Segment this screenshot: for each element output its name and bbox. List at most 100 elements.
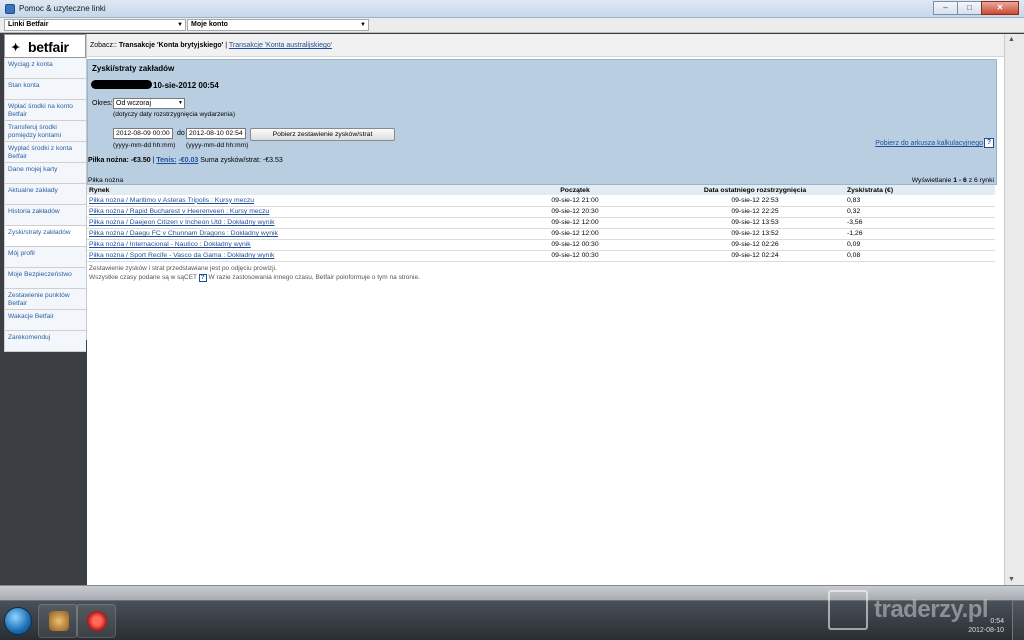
maximize-button[interactable]: □	[957, 1, 982, 15]
timezone-text: Wszystkie czasy podane są w sąCET	[89, 274, 197, 281]
period-select[interactable]: Od wczoraj ▼	[113, 98, 185, 109]
start-cell: 09-sie-12 12:00	[485, 217, 665, 229]
sidebar-item-statement[interactable]: Wyciąg z konta	[4, 58, 86, 79]
paging-suffix: z 6 rynki	[968, 177, 994, 184]
settled-cell: 09-sie-12 02:24	[665, 250, 845, 262]
taskbar-app-1[interactable]	[38, 604, 78, 638]
scroll-up-icon[interactable]: ▲	[1008, 36, 1015, 43]
help-icon[interactable]: ?	[984, 138, 994, 148]
clock-time: 0:54	[990, 618, 1004, 625]
sidebar-item-transfer[interactable]: Transferuj środki pomiędzy kontami	[4, 121, 86, 142]
clock-date: 2012-08-10	[968, 627, 1004, 634]
sidebar-item-deposit[interactable]: Wpłać środki na konto Betfair	[4, 100, 86, 121]
sidebar: ✦ betfair Wyciąg z konta Stan konta Wpła…	[4, 34, 87, 352]
table-row: Piłka nożna / Internacional - Nautico : …	[87, 239, 995, 251]
total-summary-value: -€3.53	[262, 157, 283, 164]
market-link[interactable]: Piłka nożna / Maritimo v Asteras Tripoli…	[89, 197, 254, 204]
report-date: 10-sie-2012 00:54	[153, 81, 219, 90]
sidebar-item-refer[interactable]: Zarekomenduj	[4, 331, 86, 352]
start-cell: 09-sie-12 00:30	[485, 250, 665, 262]
chevron-down-icon: ▼	[178, 100, 183, 106]
main-content: Zobacz:: Transakcje 'Konta brytyjskiego'…	[87, 34, 1004, 585]
sidebar-item-profit-loss[interactable]: Zyski/straty zakładów	[4, 226, 86, 247]
see-prefix: Zobacz::	[90, 42, 117, 49]
vertical-scrollbar[interactable]: ▲ ▼	[1004, 34, 1024, 585]
market-cell: Piłka nożna / Daegu FC v Chunnam Dragons…	[87, 228, 485, 240]
profit-loss-cell: 0,32	[845, 206, 995, 218]
period-label: Okres:	[92, 100, 113, 107]
total-summary-label: Suma zysków/strat:	[200, 157, 261, 164]
table-row: Piłka nożna / Daejeon Citizen v Incheon …	[87, 217, 995, 229]
market-link[interactable]: Piłka nożna / Rapid Bucharest v Heerenve…	[89, 208, 269, 215]
timezone-help-icon[interactable]: ?	[198, 274, 207, 282]
window-title: Pomoc & uzyteczne linki	[19, 4, 106, 13]
close-button[interactable]: ✕	[981, 1, 1019, 15]
profit-loss-cell: 0,83	[845, 195, 995, 207]
profit-loss-cell: 0,08	[845, 250, 995, 262]
sidebar-item-current-bets[interactable]: Aktualne zakłady	[4, 184, 86, 205]
sidebar-item-card[interactable]: Dane mojej karty	[4, 163, 86, 184]
to-label: do	[177, 130, 185, 137]
betfair-wordmark: betfair	[28, 39, 69, 55]
profit-loss-panel: Zyski/straty zakładów 10-sie-2012 00:54 …	[87, 59, 997, 185]
table-row: Piłka nożna / Sport Recife - Vasco da Ga…	[87, 250, 995, 262]
footnote-timezone: Wszystkie czasy podane są w sąCET ? W ra…	[89, 274, 420, 282]
market-link[interactable]: Piłka nożna / Sport Recife - Vasco da Ga…	[89, 252, 274, 259]
settled-cell: 09-sie-12 22:25	[665, 206, 845, 218]
links-dropdown[interactable]: Linki Betfair ▼	[4, 19, 186, 31]
window-controls: – □ ✕	[933, 1, 1019, 15]
profit-loss-cell: 0,09	[845, 239, 995, 251]
start-button[interactable]	[4, 607, 32, 635]
minimize-button[interactable]: –	[933, 1, 958, 15]
account-dropdown[interactable]: Moje konto ▼	[187, 19, 369, 31]
page-title: Zyski/straty zakładów	[92, 64, 175, 73]
start-cell: 09-sie-12 21:00	[485, 195, 665, 207]
sidebar-item-points[interactable]: Zestawienie punktów Betfair	[4, 289, 86, 310]
market-cell: Piłka nożna / Maritimo v Asteras Tripoli…	[87, 195, 485, 207]
sidebar-item-security[interactable]: Moje Bezpieczeństwo	[4, 268, 86, 289]
settled-cell: 09-sie-12 22:53	[665, 195, 845, 207]
account-switch-bar: Zobacz:: Transakcje 'Konta brytyjskiego'…	[87, 34, 1004, 57]
paging-range: 1 - 6	[953, 177, 967, 184]
system-clock[interactable]: 0:54 2012-08-10	[968, 617, 1004, 635]
watermark-logo-icon	[828, 590, 868, 630]
scroll-down-icon[interactable]: ▼	[1008, 576, 1015, 583]
tennis-summary-value[interactable]: -€0.03	[178, 157, 198, 164]
see-separator: |	[225, 42, 228, 49]
download-spreadsheet-link[interactable]: Pobierz do arkusza kalkulacyjnego	[875, 140, 983, 147]
sidebar-item-withdraw[interactable]: Wypłać środki z konta Betfair	[4, 142, 86, 163]
from-date-input[interactable]: 2012-08-09 00:00	[113, 128, 173, 139]
sidebar-item-bet-history[interactable]: Historia zakładów	[4, 205, 86, 226]
header-market: Rynek	[87, 185, 485, 195]
settled-cell: 09-sie-12 13:52	[665, 228, 845, 240]
opera-icon	[87, 611, 107, 631]
market-link[interactable]: Piłka nożna / Daejeon Citizen v Incheon …	[89, 219, 275, 226]
sidebar-item-profile[interactable]: Mój profil	[4, 247, 86, 268]
taskbar-opera[interactable]	[76, 604, 116, 638]
header-profit-loss: Zysk/strata (€)	[845, 185, 995, 195]
footnote-commission: Zestawienie zysków i strat przedstawiane…	[89, 265, 277, 272]
market-link[interactable]: Piłka nożna / Daegu FC v Chunnam Dragons…	[89, 230, 278, 237]
market-cell: Piłka nożna / Internacional - Nautico : …	[87, 239, 485, 251]
sidebar-item-balance[interactable]: Stan konta	[4, 79, 86, 100]
show-desktop-button[interactable]	[1012, 600, 1024, 640]
market-cell: Piłka nożna / Daejeon Citizen v Incheon …	[87, 217, 485, 229]
market-cell: Piłka nożna / Rapid Bucharest v Heerenve…	[87, 206, 485, 218]
to-date-input[interactable]: 2012-08-10 02:54	[186, 128, 246, 139]
betfair-logo[interactable]: ✦ betfair	[4, 34, 86, 58]
market-link[interactable]: Piłka nożna / Internacional - Nautico : …	[89, 241, 251, 248]
timezone-note: W razie zastosowania innego czasu, Betfa…	[208, 274, 420, 281]
paging-prefix: Wyświetlanie	[911, 177, 952, 184]
table-header-row: Rynek Początek Data ostatniego rozstrzyg…	[87, 185, 995, 195]
chevron-down-icon: ▼	[360, 22, 366, 28]
table-row: Piłka nożna / Maritimo v Asteras Tripoli…	[87, 195, 995, 207]
start-cell: 09-sie-12 20:30	[485, 206, 665, 218]
profit-loss-cell: -3,56	[845, 217, 995, 229]
australian-account-link[interactable]: Transakcje 'Konta australijskiego'	[229, 42, 332, 49]
from-format-hint: (yyyy-mm-dd hh:mm)	[113, 142, 176, 149]
tennis-summary-label[interactable]: Tenis:	[156, 157, 176, 164]
sidebar-item-holidays[interactable]: Wakacje Betfair	[4, 310, 86, 331]
top-dropdown-bar: Linki Betfair ▼ Moje konto ▼	[0, 18, 1024, 33]
football-summary-label: Piłka nożna:	[88, 157, 129, 164]
get-report-button[interactable]: Pobierz zestawienie zysków/strat	[250, 128, 395, 141]
